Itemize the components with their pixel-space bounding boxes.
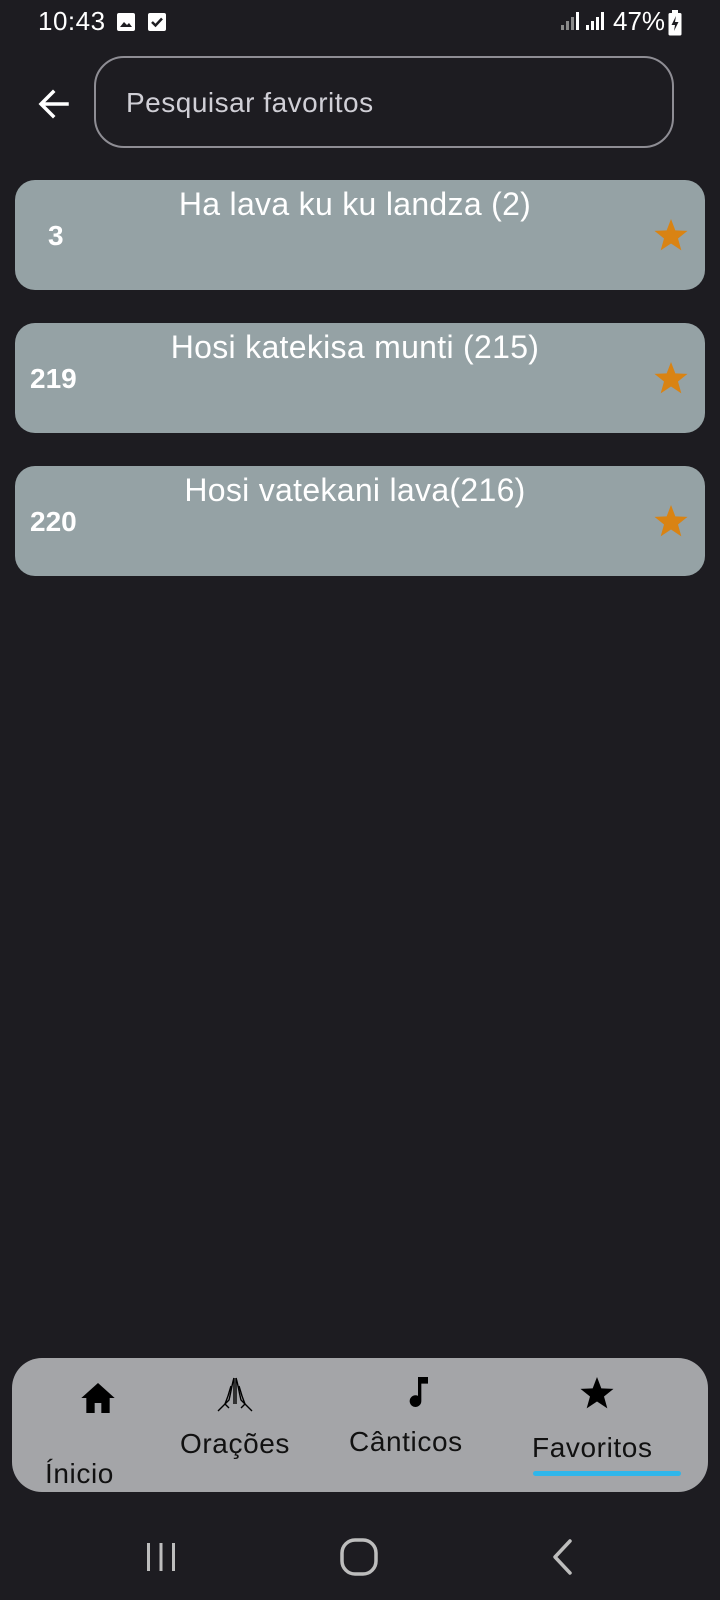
- bottom-navigation: Ínicio Orações Cânticos Favoritos: [12, 1358, 708, 1492]
- search-box[interactable]: [94, 56, 674, 148]
- status-time: 10:43: [38, 6, 106, 36]
- star-icon[interactable]: [651, 502, 691, 542]
- hymn-number: 220: [30, 506, 77, 537]
- signal-icon: [586, 12, 604, 30]
- hymn-number: 3: [48, 220, 64, 251]
- star-icon[interactable]: [651, 216, 691, 256]
- gallery-icon: [117, 13, 135, 31]
- recent-apps-icon[interactable]: [137, 1533, 185, 1581]
- music-note-icon: [409, 1377, 428, 1407]
- active-tab-indicator: [533, 1471, 681, 1476]
- back-button[interactable]: [30, 80, 78, 128]
- favorite-card[interactable]: Hosi katekisa munti (215) 219: [15, 323, 705, 433]
- hymn-number: 219: [30, 363, 77, 394]
- praying-hands-icon: [217, 1377, 253, 1412]
- hymn-title: Ha lava ku ku landza (2): [178, 186, 532, 222]
- signal-icon: [561, 12, 579, 30]
- nav-label-inicio: Ínicio: [45, 1458, 114, 1489]
- status-bar: 10:43 47%: [0, 0, 720, 48]
- nav-label-canticos: Cânticos: [349, 1426, 463, 1457]
- nav-label-favoritos: Favoritos: [532, 1432, 653, 1463]
- battery-percentage: 47%: [613, 6, 666, 36]
- nav-item-inicio[interactable]: Ínicio: [30, 1358, 180, 1492]
- star-icon[interactable]: [651, 359, 691, 399]
- hymn-title: Hosi vatekani lava(216): [184, 472, 526, 508]
- checkbox-icon: [148, 13, 166, 31]
- home-button-icon[interactable]: [335, 1533, 383, 1581]
- hymn-title: Hosi katekisa munti (215): [170, 329, 540, 365]
- favorite-card[interactable]: Ha lava ku ku landza (2) 3: [15, 180, 705, 290]
- star-icon: [580, 1377, 614, 1409]
- home-icon: [81, 1383, 115, 1413]
- battery-charging-icon: [668, 10, 682, 36]
- back-nav-icon[interactable]: [540, 1533, 588, 1581]
- search-input[interactable]: [124, 58, 648, 148]
- nav-label-oracoes: Orações: [180, 1428, 291, 1459]
- favorite-card[interactable]: Hosi vatekani lava(216) 220: [15, 466, 705, 576]
- nav-item-canticos[interactable]: Cânticos: [345, 1358, 510, 1492]
- nav-item-oracoes[interactable]: Orações: [180, 1358, 345, 1492]
- arrow-left-icon: [38, 89, 69, 119]
